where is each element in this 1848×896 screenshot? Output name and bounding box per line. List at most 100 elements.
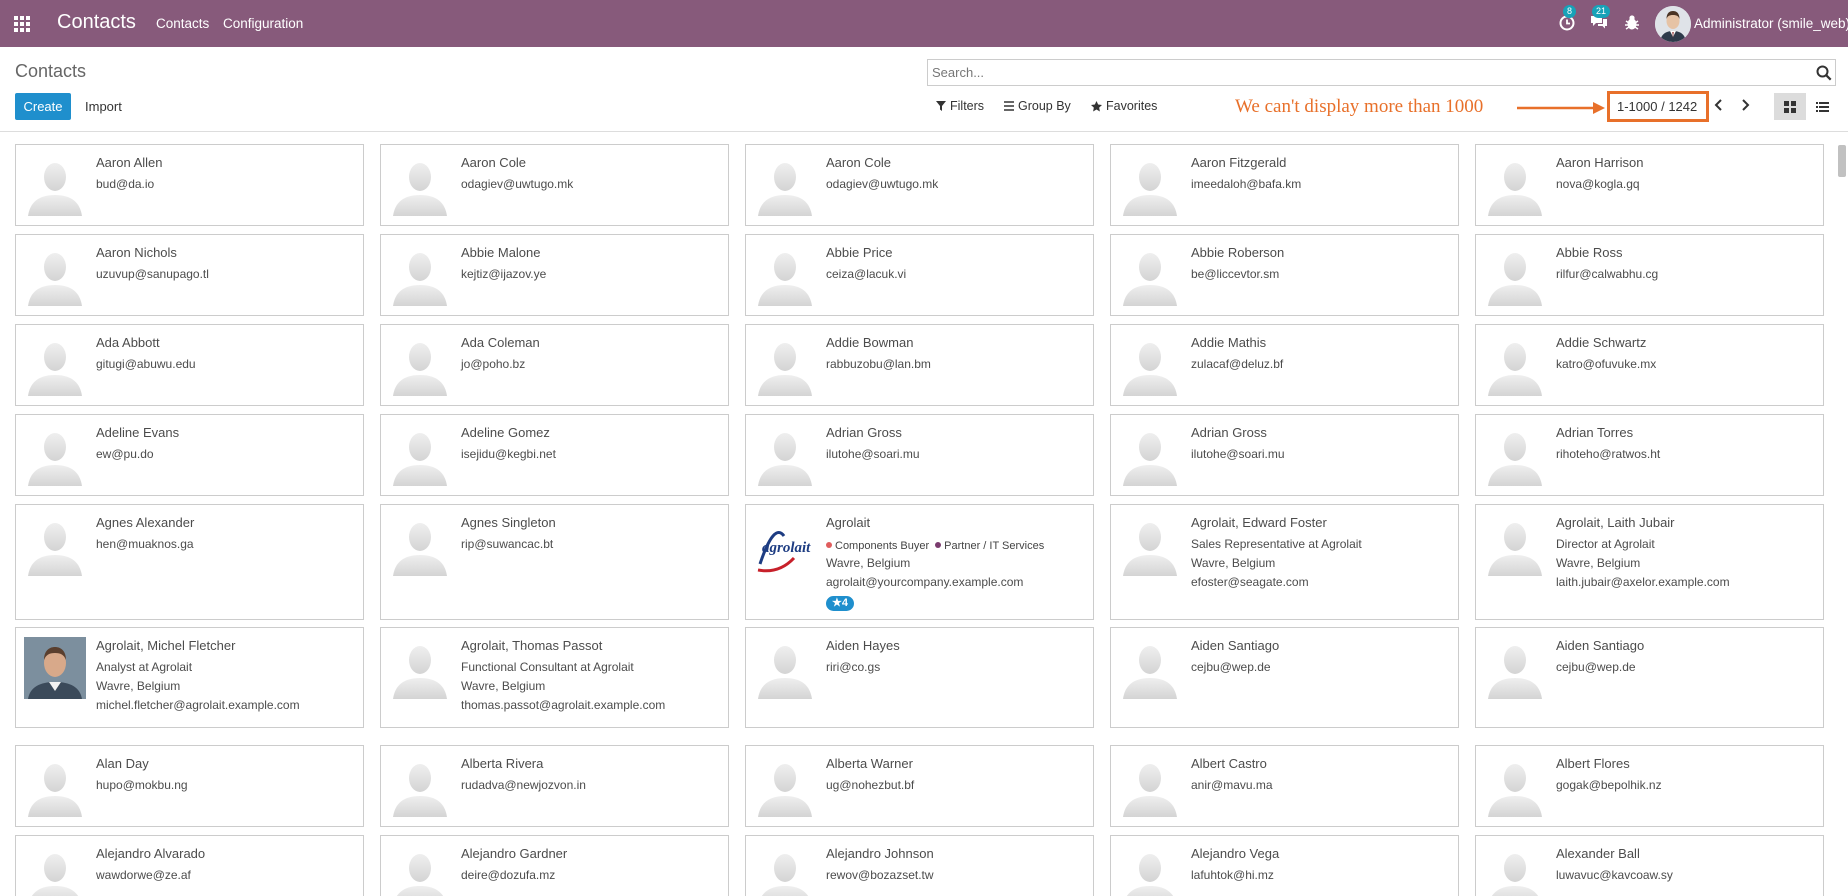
contact-card[interactable]: Ada Abbott gitugi@abuwu.edu: [15, 324, 364, 406]
contact-tags: Components Buyer Partner / IT Services: [826, 540, 1044, 552]
pager-next-icon[interactable]: [1739, 98, 1753, 112]
placeholder-avatar: [754, 334, 816, 396]
debug-bug-icon[interactable]: [1623, 13, 1645, 35]
filters-button[interactable]: Filters: [936, 99, 984, 113]
contact-card[interactable]: Albert Flores gogak@bepolhik.nz: [1475, 745, 1824, 827]
user-avatar[interactable]: [1655, 6, 1691, 42]
contact-card[interactable]: Aaron Cole odagiev@uwtugo.mk: [745, 144, 1094, 226]
contact-email: riri@co.gs: [826, 660, 881, 674]
contact-email: ilutohe@soari.mu: [826, 447, 920, 461]
contact-email: ew@pu.do: [96, 447, 154, 461]
import-button[interactable]: Import: [85, 99, 122, 114]
contact-name: Adrian Torres: [1556, 425, 1634, 440]
contact-card[interactable]: Aaron Allen bud@da.io: [15, 144, 364, 226]
annotation-text: We can't display more than 1000: [1235, 96, 1484, 117]
contact-card[interactable]: Agrolait, Edward Foster Sales Representat…: [1110, 504, 1459, 620]
contact-card[interactable]: Agnes Alexander hen@muaknos.ga: [15, 504, 364, 620]
placeholder-avatar: [1484, 845, 1546, 896]
app-menu-icon[interactable]: [14, 16, 30, 32]
search-bar[interactable]: [927, 59, 1836, 86]
contact-name: Aiden Hayes: [826, 638, 900, 653]
contact-card[interactable]: Aaron Cole odagiev@uwtugo.mk: [380, 144, 729, 226]
contact-card[interactable]: Alexander Ball luwavuc@kavcoaw.sy: [1475, 835, 1824, 896]
contact-card[interactable]: Aaron Nichols uzuvup@sanupago.tl: [15, 234, 364, 316]
kanban-view-button[interactable]: [1774, 93, 1806, 120]
contact-card[interactable]: Alejandro Gardner deire@dozufa.mz: [380, 835, 729, 896]
contact-card[interactable]: Adeline Evans ew@pu.do: [15, 414, 364, 496]
contact-card[interactable]: Adrian Gross ilutohe@soari.mu: [1110, 414, 1459, 496]
placeholder-avatar: [1119, 514, 1181, 576]
contact-detail: Wavre, Belgium: [461, 679, 546, 693]
contact-card[interactable]: Agrolait, Michel Fletcher Analyst at Agro…: [15, 627, 364, 728]
contact-detail: Wavre, Belgium: [826, 556, 911, 570]
contact-name: Aaron Cole: [461, 155, 527, 170]
menu-configuration[interactable]: Configuration: [223, 16, 303, 31]
contact-email: deire@dozufa.mz: [461, 868, 556, 882]
contact-card[interactable]: Addie Mathis zulacaf@deluz.bf: [1110, 324, 1459, 406]
rating-star-badge[interactable]: ★4: [826, 596, 854, 611]
contact-card[interactable]: Abbie Malone kejtiz@ijazov.ye: [380, 234, 729, 316]
contact-detail: Director at Agrolait: [1556, 537, 1655, 551]
contact-card[interactable]: Alejandro Alvarado wawdorwe@ze.af: [15, 835, 364, 896]
favorites-button[interactable]: Favorites: [1091, 99, 1157, 113]
contact-email: hupo@mokbu.ng: [96, 778, 188, 792]
contact-email: laith.jubair@axelor.example.com: [1556, 575, 1730, 589]
contact-card[interactable]: Abbie Roberson be@liccevtor.sm: [1110, 234, 1459, 316]
contact-name: Ada Abbott: [96, 335, 160, 350]
contact-card[interactable]: Agrolait, Thomas Passot Functional Consul…: [380, 627, 729, 728]
user-menu[interactable]: Administrator (smile_web): [1694, 16, 1848, 31]
messages-chat-icon[interactable]: 21: [1589, 5, 1611, 35]
contact-email: gitugi@abuwu.edu: [96, 357, 196, 371]
contact-card[interactable]: Alejandro Johnson rewov@bozazset.tw: [745, 835, 1094, 896]
group-by-button[interactable]: Group By: [1004, 99, 1071, 113]
placeholder-avatar: [1119, 845, 1181, 896]
contact-card[interactable]: Adrian Torres rihoteho@ratwos.ht: [1475, 414, 1824, 496]
contact-card[interactable]: Albert Castro anir@mavu.ma: [1110, 745, 1459, 827]
kanban-scrollbar[interactable]: [1836, 145, 1846, 896]
contact-email: ilutohe@soari.mu: [1191, 447, 1285, 461]
contact-card[interactable]: Abbie Price ceiza@lacuk.vi: [745, 234, 1094, 316]
contact-card[interactable]: Aaron Harrison nova@kogla.gq: [1475, 144, 1824, 226]
contact-card[interactable]: Abbie Ross rilfur@calwabhu.cg: [1475, 234, 1824, 316]
contact-card[interactable]: Agnes Singleton rip@suwancac.bt: [380, 504, 729, 620]
contact-email: lafuhtok@hi.mz: [1191, 868, 1274, 882]
contact-card[interactable]: Agrolait, Laith Jubair Director at Agrola…: [1475, 504, 1824, 620]
app-title[interactable]: Contacts: [57, 11, 136, 34]
contact-card[interactable]: Alan Day hupo@mokbu.ng: [15, 745, 364, 827]
pager-value[interactable]: 1-1000 / 1242: [1617, 99, 1697, 114]
top-navbar: Contacts Contacts Configuration 8 21 Adm…: [0, 0, 1848, 47]
contact-card[interactable]: Adeline Gomez isejidu@kegbi.net: [380, 414, 729, 496]
search-icon[interactable]: [1816, 65, 1832, 81]
contact-card[interactable]: Aiden Hayes riri@co.gs: [745, 627, 1094, 728]
pager-previous-icon[interactable]: [1713, 98, 1727, 112]
contact-card[interactable]: Ada Coleman jo@poho.bz: [380, 324, 729, 406]
kanban-grid-icon: [1784, 100, 1796, 113]
scrollbar-thumb[interactable]: [1838, 145, 1846, 177]
menu-contacts[interactable]: Contacts: [156, 16, 209, 31]
contact-card[interactable]: Aiden Santiago cejbu@wep.de: [1110, 627, 1459, 728]
placeholder-avatar: [389, 755, 451, 817]
placeholder-avatar: [754, 154, 816, 216]
contact-card[interactable]: Aaron Fitzgerald imeedaloh@bafa.km: [1110, 144, 1459, 226]
activity-clock-icon[interactable]: 8: [1558, 5, 1580, 35]
contact-card[interactable]: Addie Schwartz katro@ofuvuke.mx: [1475, 324, 1824, 406]
contact-card[interactable]: Addie Bowman rabbuzobu@lan.bm: [745, 324, 1094, 406]
contact-name: Aiden Santiago: [1191, 638, 1280, 653]
contact-card[interactable]: Aiden Santiago cejbu@wep.de: [1475, 627, 1824, 728]
create-button[interactable]: Create: [15, 93, 71, 120]
contact-email: hen@muaknos.ga: [96, 537, 194, 551]
search-input[interactable]: [928, 60, 1798, 85]
list-view-button[interactable]: [1806, 93, 1838, 120]
placeholder-avatar: [1484, 637, 1546, 699]
contact-card[interactable]: Alberta Rivera rudadva@newjozvon.in: [380, 745, 729, 827]
contact-card[interactable]: agrolait Agrolait Components Buyer Partner …: [745, 504, 1094, 620]
contact-card[interactable]: Adrian Gross ilutohe@soari.mu: [745, 414, 1094, 496]
contact-card[interactable]: Alberta Warner ug@nohezbut.bf: [745, 745, 1094, 827]
contact-name: Agrolait, Thomas Passot: [461, 638, 603, 653]
contact-card[interactable]: Alejandro Vega lafuhtok@hi.mz: [1110, 835, 1459, 896]
placeholder-avatar: [389, 154, 451, 216]
favorites-label: Favorites: [1106, 99, 1158, 113]
tag: Components Buyer: [826, 540, 929, 552]
placeholder-avatar: [24, 334, 86, 396]
contact-name: Adeline Gomez: [461, 425, 550, 440]
